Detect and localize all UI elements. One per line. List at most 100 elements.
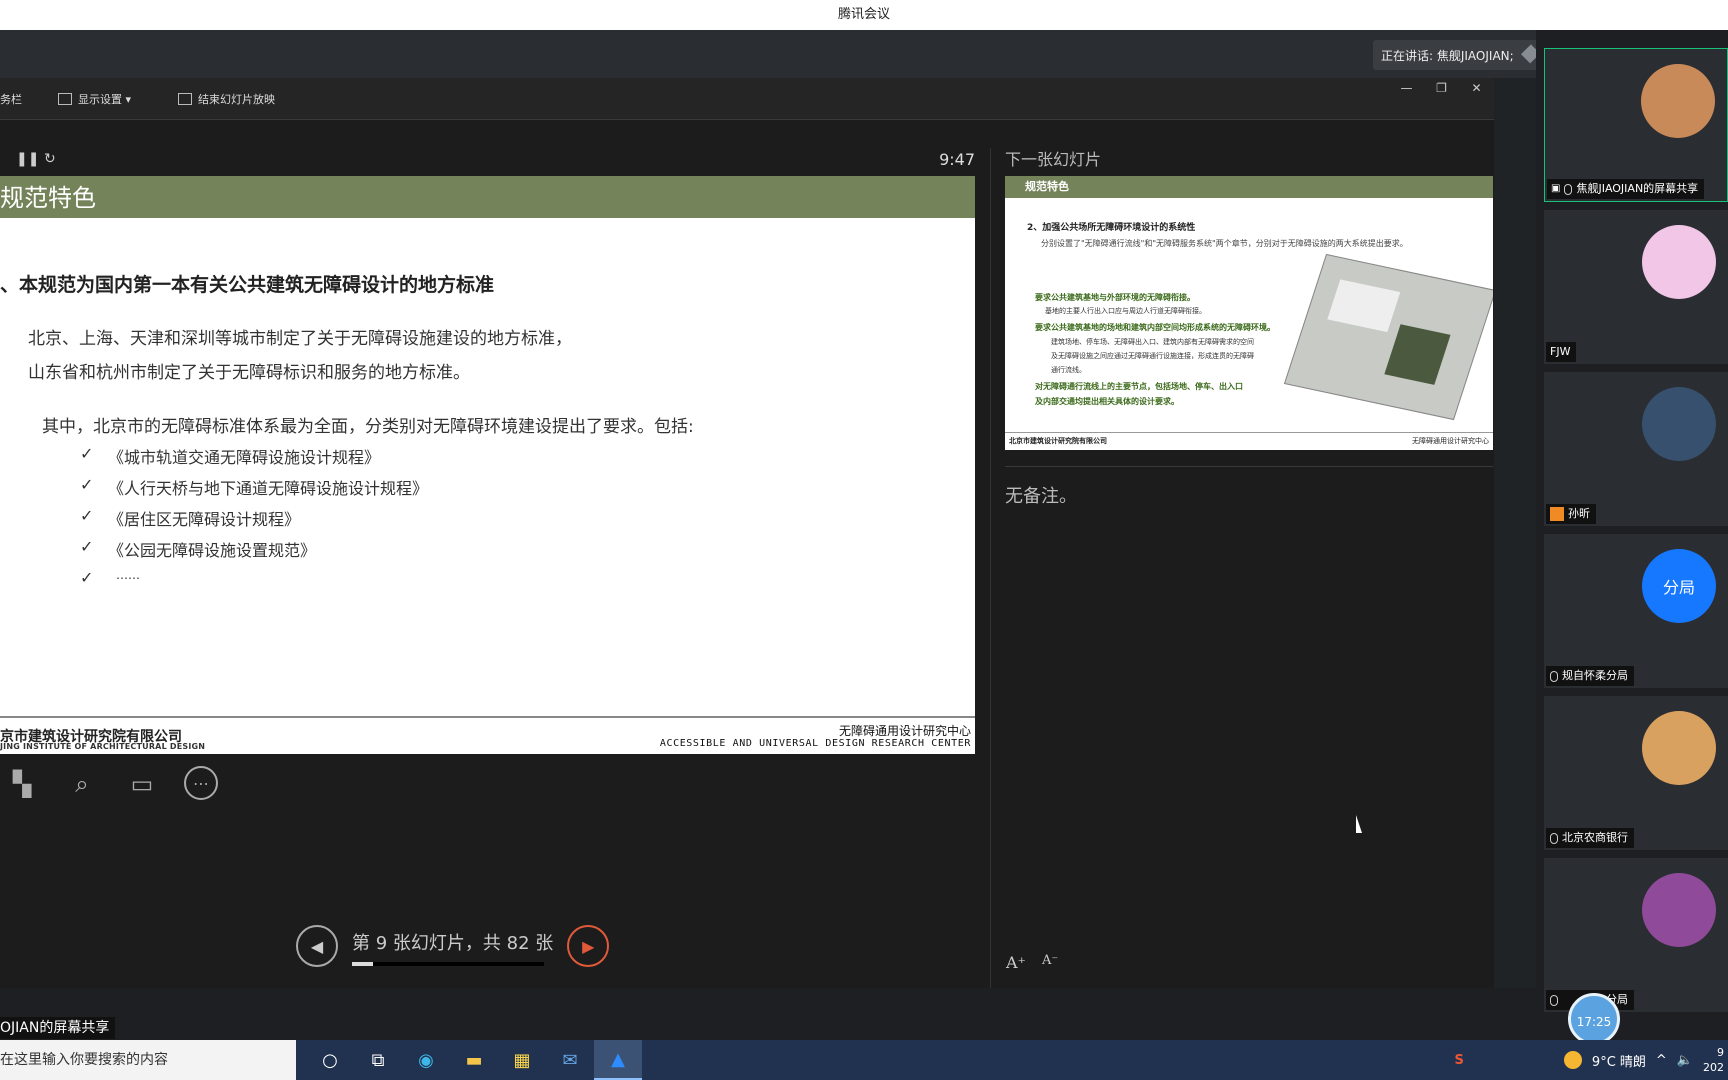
zoom-search-icon[interactable]: ⌕ [64,766,100,802]
decrease-font-icon[interactable]: A⁻ [1042,953,1058,972]
slide-heading: 、本规范为国内第一本有关公共建筑无障碍设计的地方标准 [0,274,495,296]
slide-counter-text: 第 9 张幻灯片，共 82 张 [352,933,554,954]
slide-center-name: 无障碍通用设计研究中心 [838,724,971,738]
list-item-text: 《城市轨道交通无障碍设施设计规程》 [108,448,381,467]
file-explorer-icon[interactable]: ▬ [450,1040,498,1080]
pause-icon[interactable]: ❚❚ [16,151,39,167]
next-slide-body-2b: 及无障碍设施之间应通过无障碍通行设施连接，形成连贯的无障碍 [1051,352,1254,360]
slide-navigation: ◀ 第 9 张幻灯片，共 82 张 ▶ [296,924,610,968]
black-screen-icon[interactable]: ▭ [124,766,160,802]
next-slide-header: 规范特色 [1005,176,1493,198]
participant-card[interactable]: 分局 规自怀柔分局 [1544,534,1728,688]
participant-name: 北京农商银行 [1562,831,1628,844]
system-tray: S 9°C 晴朗 ^ 🔈 9 202 [1455,1040,1728,1080]
next-slide-footer-left: 北京市建筑设计研究院有限公司 [1009,437,1107,445]
slide-progress-bar [352,962,544,966]
participant-list: ▣ 焦舰JIAOJIAN的屏幕共享 FJW 孙昕 分局 规自怀柔分局 北京农商银行… [1536,30,1728,1040]
cortana-icon[interactable]: ○ [306,1040,354,1080]
end-show-icon [178,93,192,105]
next-slide-label: 下一张幻灯片 [1005,150,1102,169]
taskbar-toggle-label: 务栏 [0,93,22,106]
participant-name-tag: ▣ 焦舰JIAOJIAN的屏幕共享 [1547,179,1705,199]
taskbar-search-box[interactable]: 在这里输入你要搜索的内容 [0,1040,296,1080]
next-slide-green-3: 对无障碍通行流线上的主要节点，包括场地、停车、出入口 [1035,382,1243,391]
restart-icon[interactable]: ↻ [44,151,56,167]
microphone-muted-icon [1550,832,1558,844]
next-slide-footer: 北京市建筑设计研究院有限公司 无障碍通用设计研究中心 [1005,432,1493,450]
display-settings-button[interactable]: 显示设置 ▾ [58,91,131,107]
microphone-muted-icon [1550,670,1558,682]
check-icon: ✓ [80,475,94,494]
participant-name-tag: FJW [1546,342,1577,362]
paragraph-line: 山东省和杭州市制定了关于无障碍标识和服务的地方标准。 [28,363,470,383]
mail-icon[interactable]: ✉ [546,1040,594,1080]
next-slide-preview[interactable]: 规范特色 2、加强公共场所无障碍环境设计的系统性 分别设置了"无障碍通行流线"和… [1005,176,1493,450]
slide-progress-fill [352,962,374,966]
tencent-meeting-icon[interactable]: ▲ [594,1040,642,1080]
list-item: ✓ 《人行天桥与地下通道无障碍设施设计规程》 [80,475,428,506]
system-clock[interactable]: 9 202 [1703,1045,1724,1075]
user-icon [1550,507,1564,521]
slide-paragraph-2: 其中，北京市的无障碍标准体系最为全面，分类别对无障碍环境建设提出了要求。包括: [42,417,694,437]
sogou-input-icon[interactable]: S [1455,1053,1464,1068]
screen-share-label: OJIAN的屏幕共享 [0,1017,116,1039]
next-slide-body-1: 基地的主要人行出入口应与周边人行道无障碍衔接。 [1045,307,1206,315]
end-show-button[interactable]: 结束幻灯片放映 [178,91,275,107]
participant-name: 焦舰JIAOJIAN的屏幕共享 [1576,182,1699,195]
list-item-text: 《人行天桥与地下通道无障碍设施设计规程》 [108,479,429,498]
slide-tools: ▚ ⌕ ▭ ⋯ [0,766,218,802]
slide-org-name-en: JING INSTITUTE OF ARCHITECTURAL DESIGN [0,742,206,751]
standards-list: ✓ 《城市轨道交通无障碍设施设计规程》 ✓ 《人行天桥与地下通道无障碍设施设计规程》… [80,444,428,599]
display-settings-label: 显示设置 ▾ [78,93,132,106]
clock-line-1: 9 [1717,1046,1724,1059]
chevron-up-icon[interactable]: ^ [1656,1053,1667,1068]
task-view-icon[interactable]: ⧉ [354,1040,402,1080]
check-icon: ✓ [80,537,94,556]
microphone-icon [1564,183,1573,195]
speaker-notes: 无备注。 [1005,486,1077,507]
taskbar-apps: ○ ⧉ ◉ ▬ ▦ ✉ ▲ [306,1040,642,1080]
participant-name-tag: 孙昕 [1546,504,1596,524]
participant-name-tag: 规自怀柔分局 [1546,666,1634,686]
participant-name: FJW [1550,345,1571,358]
list-item-text: …… [116,568,140,582]
close-icon[interactable]: ✕ [1459,78,1494,98]
taskbar-toggle[interactable]: 务栏 [0,91,22,107]
list-item: ✓ 《公园无障碍设施设置规范》 [80,537,428,568]
presenter-toolbar: 务栏 显示设置 ▾ 结束幻灯片放映 — ❐ ✕ [0,78,1494,120]
next-slide-button[interactable]: ▶ [567,925,610,967]
panel-divider [990,148,991,1048]
edge-icon[interactable]: ◉ [402,1040,450,1080]
windows-taskbar: 在这里输入你要搜索的内容 ○ ⧉ ◉ ▬ ▦ ✉ ▲ S 9°C 晴朗 ^ 🔈 … [0,1040,1728,1080]
end-show-label: 结束幻灯片放映 [198,93,275,106]
avatar: 分局 [1642,549,1716,623]
increase-font-icon[interactable]: A⁺ [1006,953,1026,972]
next-slide-footer-right-1: 无障碍通用设计研究中心 [1412,437,1489,445]
participant-card[interactable]: 北京农商银行 [1544,696,1728,850]
restore-icon[interactable]: ❐ [1424,78,1459,98]
store-icon[interactable]: ▦ [498,1040,546,1080]
participant-card[interactable]: FJW [1544,210,1728,364]
timer-row: ❚❚ ↻ 9:47 [0,150,975,172]
next-slide-body-2a: 建筑场地、停车场、无障碍出入口、建筑内部有无障碍需求的空间 [1051,338,1254,346]
weather-text[interactable]: 9°C 晴朗 [1592,1051,1646,1070]
slide-counter: 第 9 张幻灯片，共 82 张 [352,924,553,968]
minimize-icon[interactable]: — [1389,78,1424,98]
all-slides-icon[interactable]: ▚ [4,766,40,802]
screen-share-icon: ▣ [1551,183,1561,194]
participant-card[interactable]: 分局 [1544,858,1728,1012]
check-icon: ✓ [80,568,94,587]
meeting-time-bubble[interactable]: 17:25 [1568,993,1620,1045]
previous-slide-button[interactable]: ◀ [296,925,338,967]
participant-card[interactable]: 孙昕 [1544,372,1728,526]
next-slide-green-4: 及内部交通均提出相关具体的设计要求。 [1035,397,1179,406]
avatar [1642,873,1716,947]
participant-card[interactable]: ▣ 焦舰JIAOJIAN的屏幕共享 [1544,48,1728,202]
avatar-text: 分局 [1662,578,1695,597]
volume-icon[interactable]: 🔈 [1677,1053,1693,1068]
slide-footer-line [0,716,975,718]
next-slide-subtitle: 分别设置了"无障碍通行流线"和"无障碍服务系统"两个章节，分别对于无障碍设施的两… [1041,239,1408,248]
slide-paragraph-1: 北京、上海、天津和深圳等城市制定了关于无障碍设施建设的地方标准， 山东省和杭州市… [28,322,572,390]
more-options-icon[interactable]: ⋯ [184,766,218,800]
avatar [1642,711,1716,785]
